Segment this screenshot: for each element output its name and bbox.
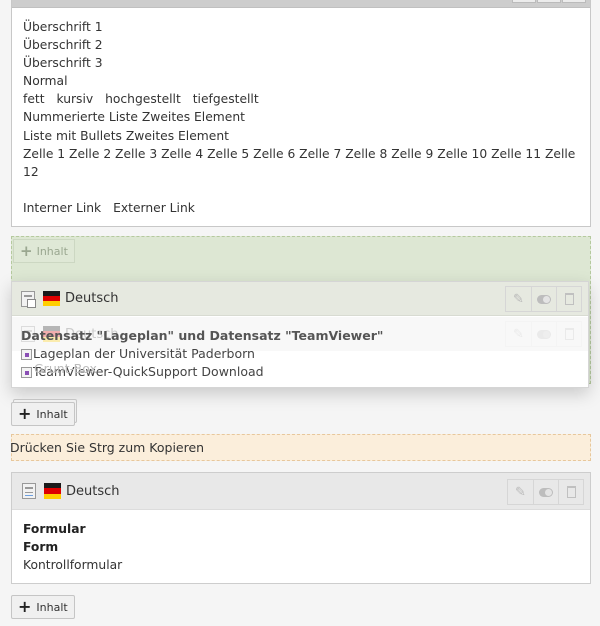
add-content-label: Inhalt xyxy=(36,407,68,421)
add-content-button[interactable]: + Inhalt xyxy=(11,595,75,619)
element-actions: ✎ xyxy=(507,479,584,505)
internal-link[interactable]: Interner Link xyxy=(23,201,101,215)
element-header[interactable]: Deutsch ✎ xyxy=(12,282,588,316)
element-header[interactable]: Deutsch ✎ xyxy=(12,473,590,510)
form-name: Kontrollformular xyxy=(23,558,123,573)
numbered-list: Nummerierte Liste Zweites Element xyxy=(23,110,245,125)
subscript-text: tiefgestellt xyxy=(192,92,259,107)
bold-text: fett xyxy=(23,92,45,107)
record-item: Lageplan der Universität Paderborn xyxy=(21,345,588,363)
form-subtitle: Form xyxy=(23,540,59,555)
ghost-overlay-text: Grunt-Box xyxy=(34,361,97,376)
trash-icon[interactable] xyxy=(558,480,583,504)
heading-1: Überschrift 1 xyxy=(23,20,103,34)
bullet-list: Liste mit Bullets Zweites Element xyxy=(23,128,229,143)
toggle-visibility-button[interactable] xyxy=(537,0,561,3)
form-title: Formular xyxy=(23,522,86,536)
element-preview: Datensatz "Lageplan" und Datensatz "Team… xyxy=(21,327,588,381)
add-content-label: Inhalt xyxy=(36,244,68,258)
italic-text: kursiv xyxy=(56,92,94,107)
dragged-content-element[interactable]: Deutsch ✎ Deutsch ✎ Datensatz "Lageplan"… xyxy=(11,281,589,388)
normal-text: Normal xyxy=(23,74,68,89)
table-cells: Zelle 1 Zelle 2 Zelle 3 Zelle 4 Zelle 5 … xyxy=(23,146,576,179)
content-element-text: Überschrift 1 Überschrift 2 Überschrift … xyxy=(11,0,591,227)
format-line: fett kursiv hochgestellt tiefgestellt xyxy=(23,90,579,108)
copy-hint: Drücken Sie Strg zum Kopieren xyxy=(10,434,591,461)
plus-icon: + xyxy=(20,242,33,260)
element-preview: Formular Form Kontrollformular xyxy=(12,510,590,585)
delete-button[interactable] xyxy=(562,0,586,3)
add-content-button[interactable]: + Inhalt xyxy=(11,402,75,426)
element-header[interactable] xyxy=(12,0,590,8)
language-label: Deutsch xyxy=(65,291,119,306)
form-content-icon xyxy=(22,483,36,499)
record-icon xyxy=(21,367,32,378)
heading-3: Überschrift 3 xyxy=(23,56,103,71)
superscript-text: hochgestellt xyxy=(105,92,181,107)
content-element-form: Deutsch ✎ Formular Form Kontrollformular xyxy=(11,472,591,584)
edit-button[interactable] xyxy=(512,0,536,3)
plus-icon: + xyxy=(18,597,32,616)
pencil-icon[interactable]: ✎ xyxy=(506,287,531,311)
dropzone-add-content-button[interactable]: + Inhalt xyxy=(13,239,75,263)
element-actions: ✎ xyxy=(505,286,582,312)
german-flag-icon xyxy=(43,290,60,307)
add-content-label: Inhalt xyxy=(36,600,68,614)
german-flag-icon xyxy=(44,483,61,499)
language-label: Deutsch xyxy=(66,483,120,499)
visibility-toggle-icon[interactable] xyxy=(531,287,556,311)
shortcut-content-icon xyxy=(21,290,36,308)
element-actions xyxy=(511,0,586,3)
heading-2: Überschrift 2 xyxy=(23,38,103,53)
record-icon xyxy=(21,349,32,360)
external-link[interactable]: Externer Link xyxy=(113,201,195,215)
copy-hint-text: Drücken Sie Strg zum Kopieren xyxy=(10,440,205,455)
links-line: Interner Link Externer Link xyxy=(23,199,579,217)
trash-icon[interactable] xyxy=(556,287,581,311)
visibility-toggle-icon[interactable] xyxy=(533,480,558,504)
records-title: Datensatz "Lageplan" und Datensatz "Team… xyxy=(21,328,384,343)
record-item: TeamViewer-QuickSupport Download xyxy=(21,363,588,381)
plus-icon: + xyxy=(18,404,32,423)
element-preview: Überschrift 1 Überschrift 2 Überschrift … xyxy=(12,8,590,227)
pencil-icon[interactable]: ✎ xyxy=(508,480,533,504)
